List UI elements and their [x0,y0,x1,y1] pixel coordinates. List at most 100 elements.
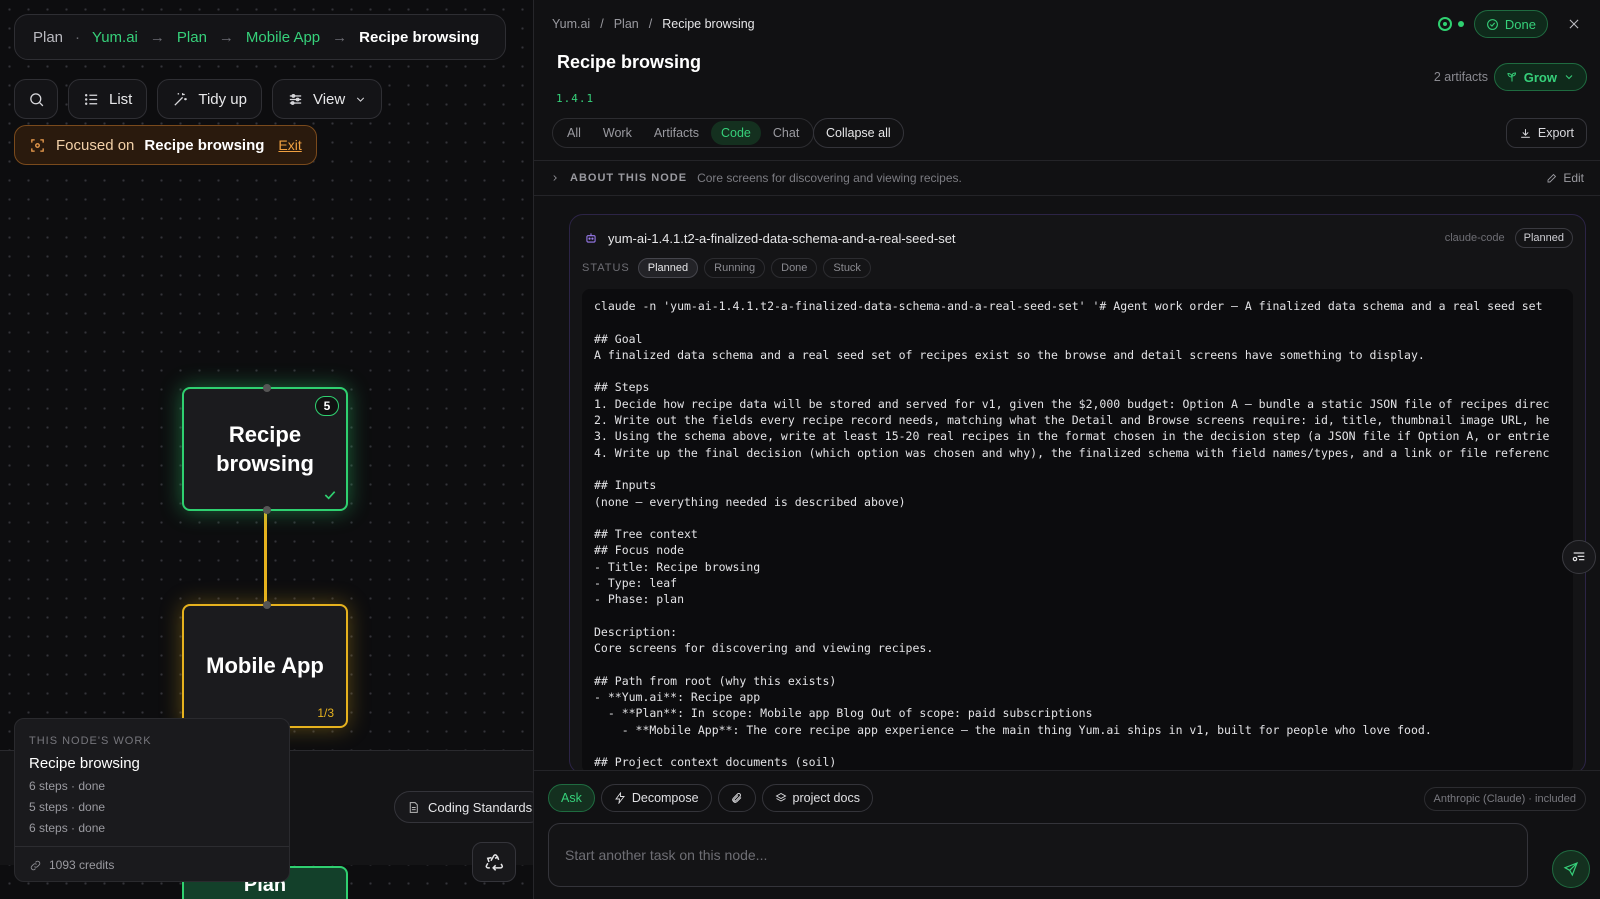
node-mobile-app[interactable]: Mobile App 1/3 [182,601,348,728]
edit-button[interactable]: Edit [1546,171,1584,185]
agent-task-card: yum-ai-1.4.1.t2-a-finalized-data-schema-… [569,214,1586,774]
canvas-breadcrumb: Plan · Yum.ai → Plan → Mobile App → Reci… [14,14,506,60]
node-port[interactable] [263,601,271,609]
task-header: yum-ai-1.4.1.t2-a-finalized-data-schema-… [584,227,1573,249]
grow-button[interactable]: Grow [1493,63,1587,91]
about-description: Core screens for discovering and viewing… [697,171,962,185]
check-circle-icon [1487,18,1498,30]
send-button[interactable] [1552,850,1590,888]
work-step-summary: 6 steps · done [29,779,106,793]
search-icon [29,92,43,106]
task-name: yum-ai-1.4.1.t2-a-finalized-data-schema-… [608,230,956,246]
tidy-up-button[interactable]: Tidy up [157,79,262,119]
search-button[interactable] [14,79,58,119]
project-docs-chip[interactable]: project docs [761,784,873,812]
agent-command-code: claude -n 'yum-ai-1.4.1.t2-a-finalized-d… [594,299,1550,770]
status-done[interactable]: Done [771,258,818,278]
work-card-title: Recipe browsing [29,755,140,772]
status-running[interactable]: Running [704,258,766,278]
arrow-right-icon: → [332,28,348,46]
tab-work[interactable]: Work [593,121,642,145]
tab-code[interactable]: Code [711,121,761,145]
recycle-icon [485,854,504,871]
grow-label: Grow [1523,69,1557,85]
crumb-plan[interactable]: Plan [614,17,639,31]
export-button[interactable]: Export [1505,118,1587,148]
node-recipe-browsing[interactable]: Recipe browsing 5 [182,384,348,514]
node-title: Mobile App [206,653,324,678]
decompose-chip[interactable]: Decompose [600,784,712,812]
breadcrumb-root[interactable]: Plan [33,29,63,46]
node-work-card: THIS NODE'S WORK Recipe browsing 6 steps… [14,718,290,882]
task-composer: Ask Decompose project docs Anthropic (Cl… [534,770,1600,899]
link-icon [30,860,41,870]
tab-all[interactable]: All [557,121,591,145]
status-stuck[interactable]: Stuck [823,258,871,278]
crumb-current: Recipe browsing [662,17,755,31]
outline-toggle-button[interactable] [1562,540,1596,574]
detail-tabs: All Work Artifacts Code Chat [552,118,815,148]
pencil-icon [1547,173,1557,183]
status-badge: Planned [1514,228,1573,248]
crumb-yumai[interactable]: Yum.ai [552,17,590,31]
paperclip-icon [731,793,741,803]
credits-value: 1093 credits [49,858,115,872]
collapse-all-button[interactable]: Collapse all [813,118,904,148]
status-selector: STATUS Planned Running Done Stuck [582,258,871,278]
model-selector[interactable]: Anthropic (Claude) · included [1423,787,1586,811]
status-planned[interactable]: Planned [637,258,699,278]
canvas-toolbar: List Tidy up View [14,79,383,119]
tidy-up-label: Tidy up [198,90,247,108]
decompose-label: Decompose [631,791,699,805]
node-port[interactable] [263,506,271,514]
credits-row: 1093 credits [29,858,275,872]
chevron-right-icon [553,175,557,181]
list-label: List [109,90,133,108]
composer-chips: Ask Decompose project docs [548,784,873,812]
progress-ratio: 1/3 [317,706,334,720]
focus-target-icon [31,138,44,152]
coding-standards-button[interactable]: Coding Standards [394,791,533,823]
breadcrumb-item-yumai[interactable]: Yum.ai [92,29,138,46]
list-button[interactable]: List [68,79,148,119]
view-button[interactable]: View [271,79,383,119]
task-input[interactable] [548,823,1528,887]
coding-standards-label: Coding Standards [428,799,533,815]
tab-chat[interactable]: Chat [763,121,809,145]
sliders-icon [289,93,302,105]
done-button[interactable]: Done [1473,10,1548,38]
breadcrumb-separator: · [75,28,81,46]
status-label: STATUS [582,262,630,274]
robot-icon [586,233,596,243]
work-card-kicker: THIS NODE'S WORK [29,735,152,747]
arrow-right-icon: → [149,28,165,46]
edit-label: Edit [1563,171,1584,185]
node-detail-panel: Yum.ai / Plan / Recipe browsing Done Rec… [534,0,1600,899]
work-step-summary: 5 steps · done [29,800,106,814]
list-icon [84,93,98,105]
layers-icon [775,792,786,802]
node-port[interactable] [263,384,271,392]
send-icon [1563,861,1579,877]
breadcrumb-item-mobile-app[interactable]: Mobile App [246,29,320,46]
exit-focus-link[interactable]: Exit [278,137,301,153]
recycle-button[interactable] [472,842,516,882]
magic-wand-icon [174,92,188,106]
done-label: Done [1504,16,1536,32]
code-block[interactable]: claude -n 'yum-ai-1.4.1.t2-a-finalized-d… [582,289,1573,773]
about-node-row[interactable]: ABOUT THIS NODE Core screens for discove… [534,160,1600,196]
tab-artifacts[interactable]: Artifacts [644,121,709,145]
close-icon [1569,19,1579,29]
canvas-panel[interactable]: Plan · Yum.ai → Plan → Mobile App → Reci… [0,0,533,899]
ask-chip[interactable]: Ask [548,784,595,812]
crumb-separator: / [648,17,653,31]
crumb-separator: / [600,17,604,31]
breadcrumb-item-plan[interactable]: Plan [177,29,207,46]
chevron-down-icon [1565,75,1573,80]
about-label: ABOUT THIS NODE [570,172,688,184]
attach-button[interactable] [717,784,756,812]
project-docs-label: project docs [792,791,860,805]
close-button[interactable] [1564,14,1584,34]
detail-breadcrumb: Yum.ai / Plan / Recipe browsing [552,17,755,31]
artifacts-count: 2 artifacts [1433,70,1488,84]
